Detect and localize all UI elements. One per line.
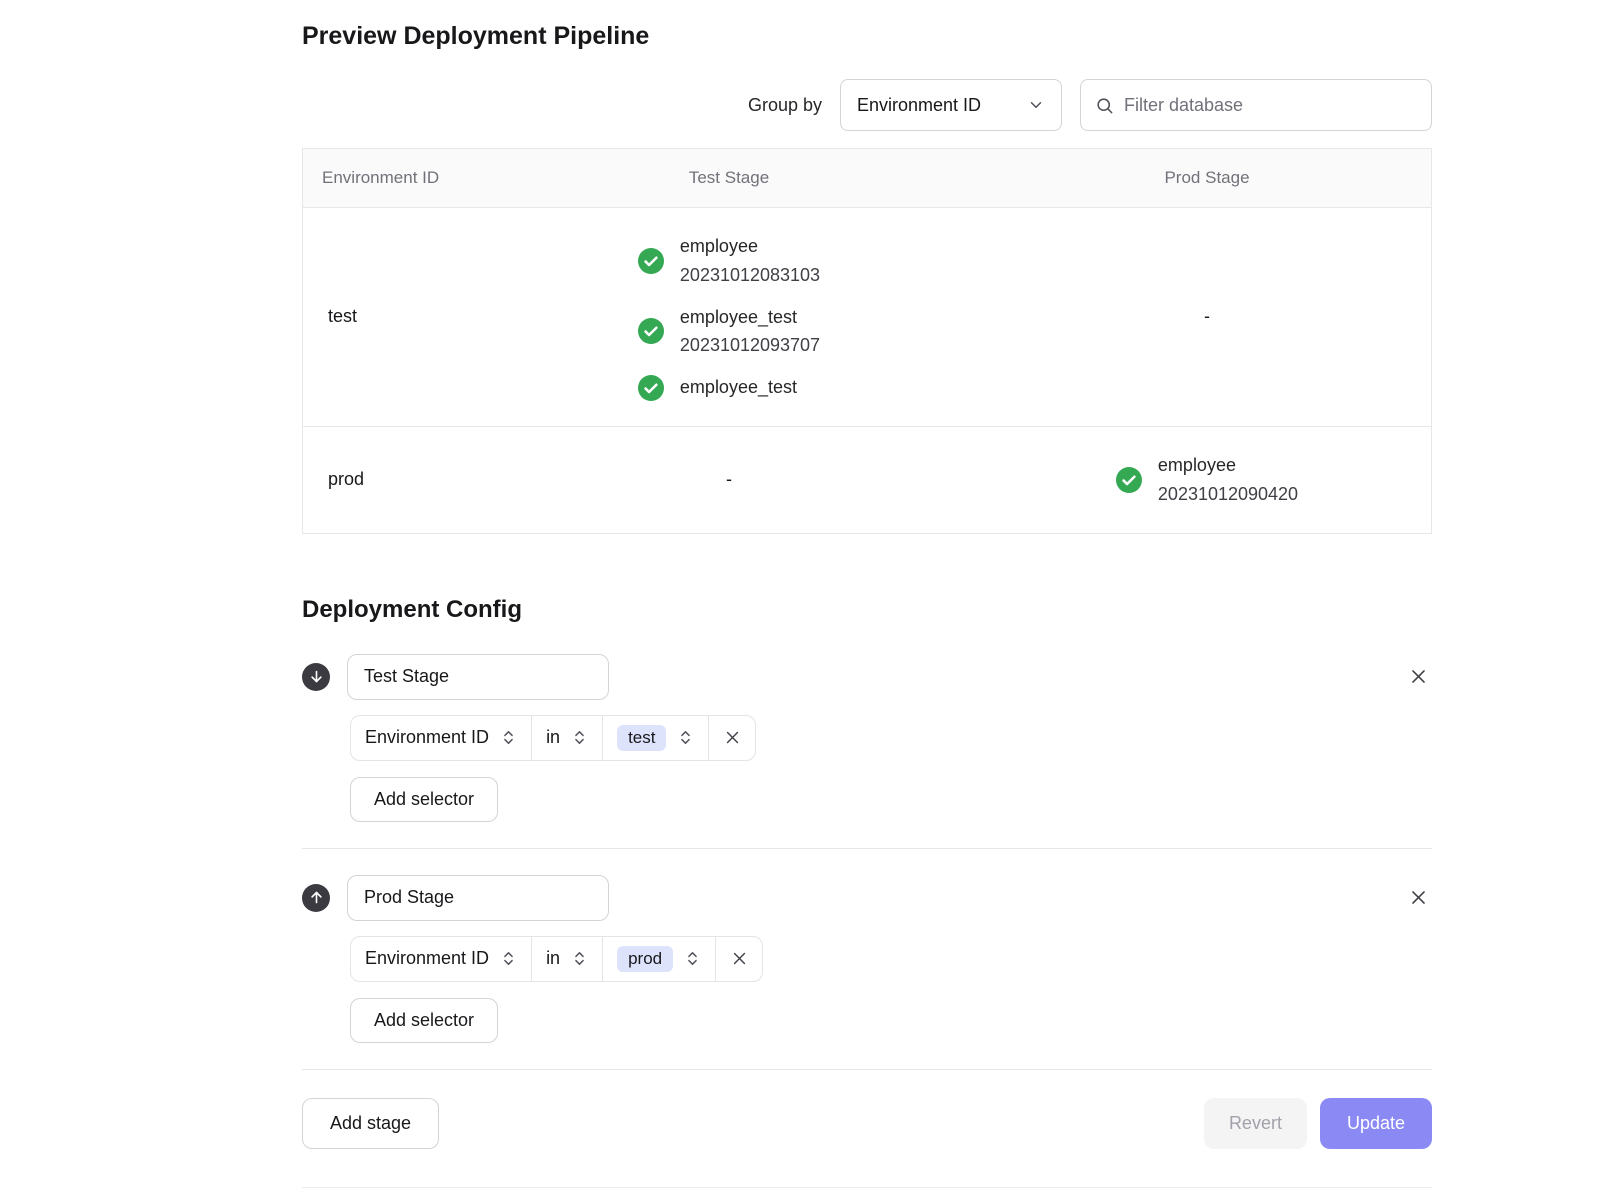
environment-id-cell: test [303,208,475,426]
bottom-divider [302,1187,1432,1188]
chevron-updown-icon [500,950,517,967]
footer-right-actions: Revert Update [1204,1098,1432,1149]
deployment-list: employee 20231012090420 [1116,451,1298,509]
pipeline-table-header: Environment ID Test Stage Prod Stage [303,149,1431,208]
remove-selector-button[interactable] [715,936,763,982]
selector-key-dropdown[interactable]: Environment ID [350,715,532,761]
filter-database-box [1080,79,1432,131]
stage-block-test: Environment ID in test [302,654,1432,822]
prod-stage-cell-empty: - [983,208,1431,426]
deployment-item: employee_test [638,373,797,402]
group-by-selected-value: Environment ID [857,95,981,116]
arrow-up-circle-icon [302,884,330,912]
remove-selector-button[interactable] [708,715,756,761]
column-header-test-stage: Test Stage [475,149,983,207]
stage-divider [302,848,1432,849]
table-row: prod - employee 20231012090420 [303,426,1431,533]
page-title: Preview Deployment Pipeline [302,22,1432,51]
deployment-pipeline-page: Preview Deployment Pipeline Group by Env… [302,0,1432,1188]
environment-id-cell: prod [303,427,475,533]
deployment-version: 20231012083103 [680,261,820,290]
remove-stage-button[interactable] [1405,663,1432,690]
prod-stage-cell: employee 20231012090420 [983,427,1431,533]
chevron-updown-icon [500,729,517,746]
close-icon [731,950,748,967]
selector-operator-dropdown[interactable]: in [531,715,603,761]
deployment-list: employee 20231012083103 employee_test 20… [638,232,820,402]
selector-row: Environment ID in prod [350,936,1432,982]
revert-button[interactable]: Revert [1204,1098,1307,1149]
deployment-name: employee [680,232,820,261]
column-header-environment-id: Environment ID [303,149,475,207]
stage-name-input[interactable] [347,654,609,700]
deployment-name: employee [1158,451,1298,480]
chevron-updown-icon [571,950,588,967]
close-icon [724,729,741,746]
deployment-item: employee_test 20231012093707 [638,303,820,361]
chevron-updown-icon [571,729,588,746]
footer-actions: Add stage Revert Update [302,1098,1432,1149]
deployment-name: employee_test [680,303,820,332]
remove-stage-button[interactable] [1405,884,1432,911]
group-by-label: Group by [748,95,822,116]
selector-operator-value: in [546,948,560,969]
deployment-version: 20231012093707 [680,331,820,360]
stage-name-input[interactable] [347,875,609,921]
selector-key-value: Environment ID [365,948,489,969]
test-stage-cell-empty: - [475,427,983,533]
selector-key-value: Environment ID [365,727,489,748]
deployment-config-title: Deployment Config [302,596,1432,624]
deployment-name: employee_test [680,373,797,402]
selector-operator-value: in [546,727,560,748]
deployment-item: employee 20231012090420 [1116,451,1298,509]
deployment-item: employee 20231012083103 [638,232,820,290]
stage-header [302,654,1432,700]
update-button[interactable]: Update [1320,1098,1432,1149]
add-selector-button[interactable]: Add selector [350,998,498,1043]
test-stage-cell: employee 20231012083103 employee_test 20… [475,208,983,426]
check-circle-icon [638,318,664,344]
stage-divider [302,1069,1432,1070]
selector-value-dropdown[interactable]: test [602,715,709,761]
arrow-down-circle-icon [302,663,330,691]
selector-value-chip: test [617,725,666,751]
selector-key-dropdown[interactable]: Environment ID [350,936,532,982]
stage-header [302,875,1432,921]
add-stage-button[interactable]: Add stage [302,1098,439,1149]
group-by-select[interactable]: Environment ID [840,79,1062,131]
check-circle-icon [1116,467,1142,493]
toolbar: Group by Environment ID [302,79,1432,131]
stage-block-prod: Environment ID in prod [302,875,1432,1043]
chevron-updown-icon [677,729,694,746]
table-row: test employee 20231012083103 [303,208,1431,426]
add-selector-button[interactable]: Add selector [350,777,498,822]
selector-value-dropdown[interactable]: prod [602,936,716,982]
selector-row: Environment ID in test [350,715,1432,761]
pipeline-table: Environment ID Test Stage Prod Stage tes… [302,148,1432,534]
close-icon [1409,667,1428,686]
column-header-prod-stage: Prod Stage [983,149,1431,207]
filter-database-input[interactable] [1124,95,1417,116]
search-icon [1095,96,1114,115]
check-circle-icon [638,375,664,401]
check-circle-icon [638,248,664,274]
chevron-updown-icon [684,950,701,967]
chevron-down-icon [1027,96,1045,114]
selector-operator-dropdown[interactable]: in [531,936,603,982]
selector-value-chip: prod [617,946,673,972]
deployment-version: 20231012090420 [1158,480,1298,509]
close-icon [1409,888,1428,907]
